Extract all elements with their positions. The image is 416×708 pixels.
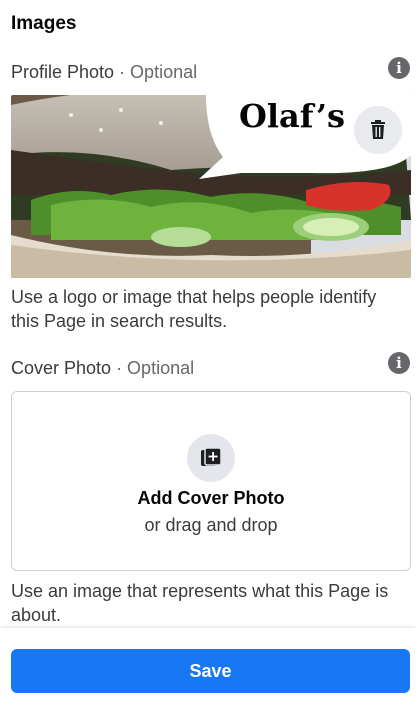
cover-photo-label: Cover Photo · Optional xyxy=(11,358,194,379)
drag-and-drop-text: or drag and drop xyxy=(144,515,278,535)
cover-photo-help: Use an image that represents what this P… xyxy=(11,581,389,625)
profile-photo-image[interactable]: Olaf’s xyxy=(11,95,411,278)
cover-photo-label-text: Cover Photo xyxy=(11,358,112,378)
add-photo-icon xyxy=(201,447,222,466)
save-button[interactable]: Save xyxy=(11,649,410,693)
profile-photo-label: Profile Photo · Optional xyxy=(11,62,197,83)
profile-photo-optional: · Optional xyxy=(114,62,198,82)
cover-info-icon[interactable]: i xyxy=(388,352,410,374)
images-section-title: Images xyxy=(11,13,77,34)
profile-photo-help: Use a logo or image that helps people id… xyxy=(11,287,377,331)
profile-photo-label-text: Profile Photo xyxy=(11,62,115,82)
profile-photo-text: Olaf’s xyxy=(239,97,345,135)
add-cover-photo-icon-button[interactable] xyxy=(187,434,235,482)
trash-icon xyxy=(371,120,385,139)
profile-info-icon[interactable]: i xyxy=(388,57,410,79)
add-cover-photo-title: Add Cover Photo xyxy=(137,488,285,508)
cover-photo-optional: · Optional xyxy=(111,358,195,378)
add-cover-photo-dropzone[interactable]: Add Cover Photo or drag and drop xyxy=(11,391,411,571)
delete-photo-button[interactable] xyxy=(354,106,402,154)
